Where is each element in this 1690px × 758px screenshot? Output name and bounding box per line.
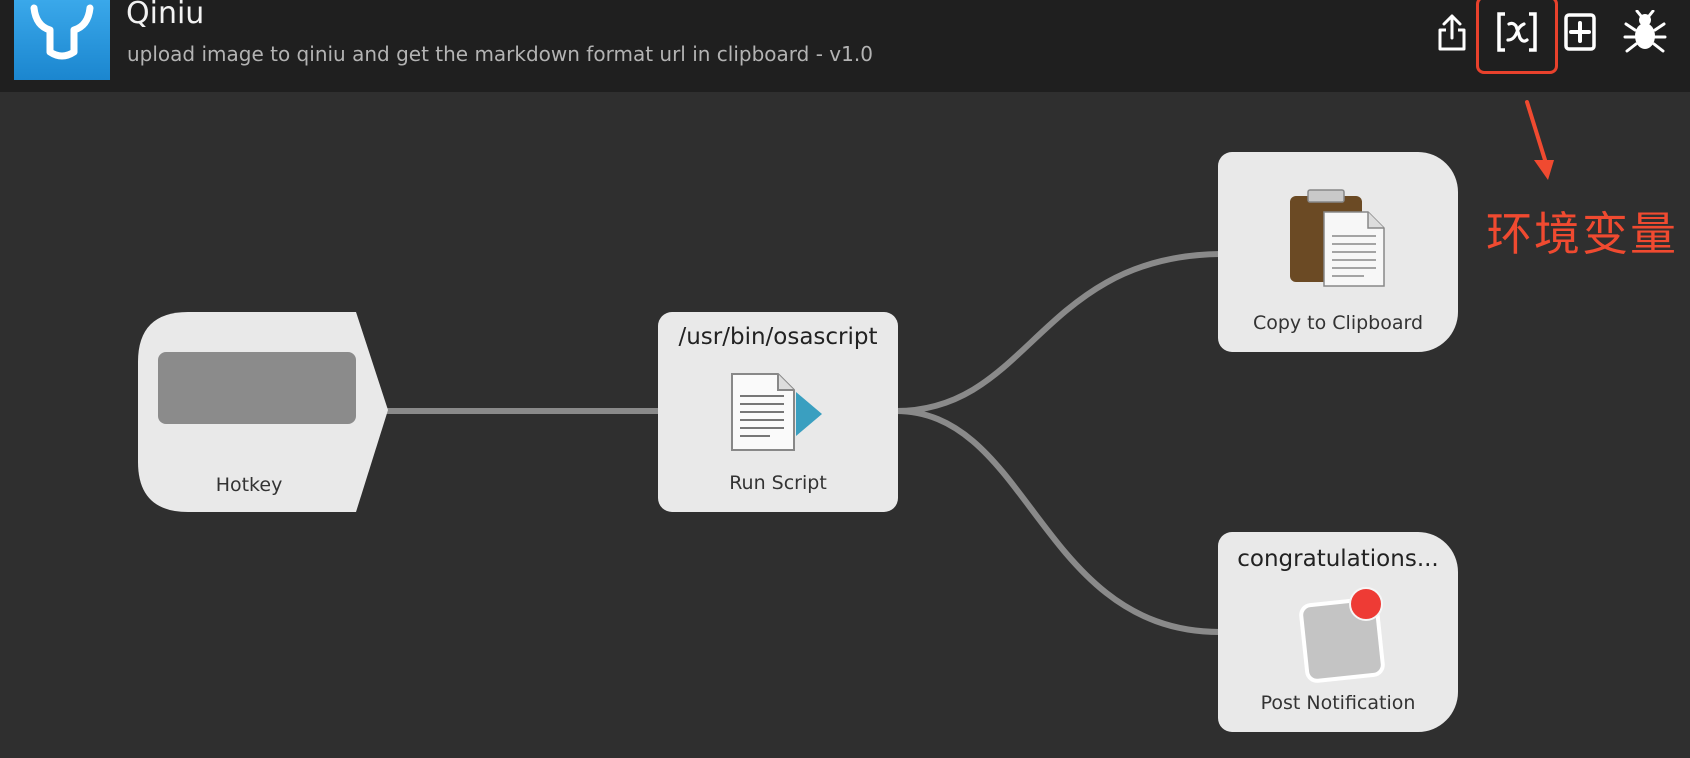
connector-script-notification [895,408,1221,635]
notification-title: congratulations... [1237,546,1439,572]
notification-label: Post Notification [1260,692,1416,714]
annotation-text: 环境变量 [1486,207,1678,261]
run-script-node[interactable]: /usr/bin/osascript Run Script [658,312,898,512]
annotation-arrow-icon [1525,100,1554,180]
hotkey-label: Hotkey [215,474,283,496]
run-script-title: /usr/bin/osascript [678,324,878,350]
copy-to-clipboard-node[interactable]: Copy to Clipboard [1218,152,1458,352]
post-notification-node[interactable]: congratulations... Post Notification [1218,532,1458,732]
notification-icon [1299,587,1385,683]
connector-script-clipboard [895,251,1221,414]
clipboard-label: Copy to Clipboard [1252,312,1424,334]
hotkey-node[interactable]: Hotkey [138,312,388,512]
script-file-icon [731,373,822,451]
run-script-label: Run Script [729,472,827,494]
clipboard-icon [1290,189,1385,287]
